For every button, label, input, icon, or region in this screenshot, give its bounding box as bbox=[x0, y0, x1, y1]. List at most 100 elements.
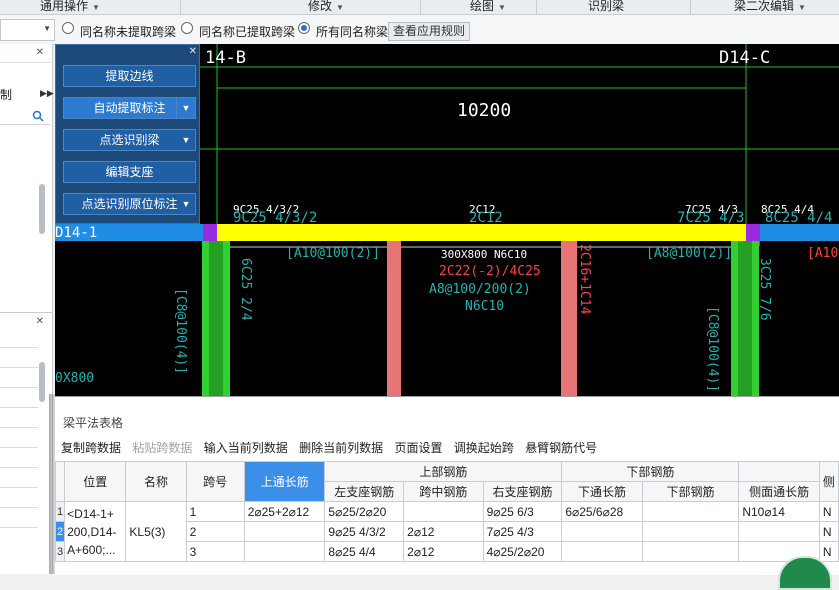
tree-item-label[interactable]: 制 bbox=[0, 86, 12, 103]
cell-right-support[interactable]: 7⌀25 4/3 bbox=[482, 521, 563, 542]
chevron-down-icon[interactable]: ▼ bbox=[176, 98, 195, 118]
cantilever-code-button[interactable]: 悬臂钢筋代号 bbox=[525, 441, 597, 455]
column-header-bottom-through[interactable]: 下通长筋 bbox=[561, 481, 643, 502]
scrollbar-thumb[interactable] bbox=[39, 362, 45, 402]
swap-start-span-button[interactable]: 调换起始跨 bbox=[454, 441, 514, 455]
annotation-stirrup-far: [A10 bbox=[807, 246, 838, 261]
cell-span[interactable]: 3 bbox=[185, 541, 245, 562]
cell-extra[interactable]: N bbox=[818, 501, 839, 522]
column-header-span[interactable]: 跨号 bbox=[185, 461, 245, 502]
column-header-bottom-bars[interactable]: 下部钢筋 bbox=[641, 481, 740, 502]
floor-select[interactable]: ▼ bbox=[0, 19, 55, 41]
cell-right-support[interactable]: 9⌀25 6/3 bbox=[482, 501, 563, 522]
view-apply-rules-button[interactable]: 查看应用规则 bbox=[388, 22, 470, 41]
row-number[interactable]: 2 bbox=[54, 521, 66, 542]
radio-extracted[interactable] bbox=[181, 22, 193, 34]
menu-draw[interactable]: 绘图 ▼ bbox=[470, 0, 506, 14]
input-column-data-button[interactable]: 输入当前列数据 bbox=[204, 441, 288, 455]
axis-label-left: 14-B bbox=[205, 48, 246, 68]
scrollbar-thumb[interactable] bbox=[39, 184, 45, 234]
cell-top-through[interactable]: 2⌀25+2⌀12 bbox=[243, 501, 326, 522]
paste-span-data-button[interactable]: 粘贴跨数据 bbox=[132, 441, 192, 455]
annotation-section-size: 0X800 bbox=[55, 371, 94, 386]
cell-mid-span[interactable]: 2⌀12 bbox=[403, 541, 484, 562]
cell-span[interactable]: 2 bbox=[185, 521, 245, 542]
column-group-bottom-bars: 下部钢筋 bbox=[561, 461, 740, 482]
column-header-name[interactable]: 名称 bbox=[125, 461, 187, 502]
cell-top-through[interactable] bbox=[243, 541, 326, 562]
position-line: <D14-1+ bbox=[67, 506, 114, 521]
menu-bar: 通用操作 ▼ 修改 ▼ 绘图 ▼ 识别梁 梁二次编辑 ▼ bbox=[0, 0, 839, 15]
menu-general-ops[interactable]: 通用操作 ▼ bbox=[40, 0, 100, 14]
menu-separator bbox=[690, 0, 691, 14]
cell-extra[interactable]: N bbox=[818, 521, 839, 542]
list-row-line bbox=[0, 427, 38, 428]
column-header-top-through[interactable]: 上通长筋 bbox=[243, 461, 326, 502]
column-header-extra[interactable]: 侧 bbox=[818, 461, 839, 502]
radio-all-same-name[interactable] bbox=[298, 22, 310, 34]
pick-identify-beam-button[interactable]: 点选识别梁 ▼ bbox=[63, 129, 196, 151]
cell-span[interactable]: 1 bbox=[185, 501, 245, 522]
close-icon[interactable]: ✕ bbox=[36, 47, 44, 58]
list-row-line bbox=[0, 527, 38, 528]
cell-mid-span[interactable]: 2⌀12 bbox=[403, 521, 484, 542]
table-header-row: 位置 名称 跨号 上通长筋 上部钢筋 下部钢筋 侧 bbox=[54, 461, 839, 502]
position-line: A+600;... bbox=[67, 542, 116, 557]
chevron-down-icon[interactable]: ▼ bbox=[177, 194, 195, 214]
auto-extract-annotation-button[interactable]: 自动提取标注 ▼ bbox=[63, 97, 196, 119]
close-icon[interactable]: ✕ bbox=[189, 46, 197, 57]
edit-support-button[interactable]: 编辑支座 bbox=[63, 161, 196, 183]
row-number[interactable]: 3 bbox=[54, 541, 66, 562]
menu-beam-secondary-edit[interactable]: 梁二次编辑 ▼ bbox=[734, 0, 806, 14]
cell-bottom-bars[interactable] bbox=[641, 541, 740, 562]
menu-identify-beam[interactable]: 识别梁 bbox=[588, 0, 624, 14]
column-header-side-through[interactable]: 侧面通长筋 bbox=[738, 481, 820, 502]
annotation-top-right-cyan: 7C25 4/3 bbox=[677, 210, 744, 226]
page-setup-button[interactable]: 页面设置 bbox=[394, 441, 442, 455]
cell-bottom-bars[interactable] bbox=[641, 501, 740, 522]
annotation-top-mid-cyan: 2C12 bbox=[469, 210, 503, 226]
cell-right-support[interactable]: 4⌀25/2⌀20 bbox=[482, 541, 563, 562]
chevron-down-icon[interactable]: ▼ bbox=[177, 130, 195, 150]
column-header-position[interactable]: 位置 bbox=[64, 461, 127, 502]
search-field[interactable] bbox=[0, 108, 50, 125]
column-header-right-support[interactable]: 右支座钢筋 bbox=[482, 481, 563, 502]
radio-unextracted[interactable] bbox=[62, 22, 74, 34]
extract-edge-button[interactable]: 提取边线 bbox=[63, 65, 196, 87]
copy-span-data-button[interactable]: 复制跨数据 bbox=[61, 441, 121, 455]
cell-name[interactable]: KL5(3) bbox=[125, 501, 187, 562]
cell-mid-span[interactable] bbox=[403, 501, 484, 522]
column-header-mid-span[interactable]: 跨中钢筋 bbox=[403, 481, 484, 502]
cell-side-through[interactable]: N10⌀14 bbox=[738, 501, 820, 522]
cell-bottom-through[interactable]: 6⌀25/6⌀28 bbox=[561, 501, 643, 522]
column-right-inner bbox=[738, 241, 752, 396]
beam-label: D14-1 bbox=[55, 225, 97, 241]
chevron-down-icon: ▼ bbox=[498, 3, 506, 12]
row-number[interactable]: 1 bbox=[54, 501, 66, 522]
cell-bottom-bars[interactable] bbox=[641, 521, 740, 542]
cell-side-through[interactable] bbox=[738, 521, 820, 542]
close-icon[interactable]: ✕ bbox=[36, 316, 44, 327]
expand-arrows-icon[interactable]: ▶▶ bbox=[40, 88, 54, 99]
selected-beam[interactable] bbox=[205, 224, 760, 241]
radio-extracted-label: 同名称已提取跨梁 bbox=[199, 25, 296, 39]
cell-top-through[interactable] bbox=[243, 521, 326, 542]
delete-column-data-button[interactable]: 删除当前列数据 bbox=[299, 441, 383, 455]
annotation-bottom-bars: 2C22(-2)/4C25 bbox=[439, 264, 541, 279]
cell-left-support[interactable]: 8⌀25 4/4 bbox=[324, 541, 405, 562]
search-icon[interactable] bbox=[32, 110, 44, 122]
list-row-line bbox=[0, 407, 38, 408]
column-header-left-support[interactable]: 左支座钢筋 bbox=[324, 481, 405, 502]
table-row[interactable]: 1 <D14-1+ 200,D14- A+600;... KL5(3) 1 2⌀25… bbox=[54, 501, 839, 562]
cell-left-support[interactable]: 5⌀25/2⌀20 bbox=[324, 501, 405, 522]
cell-extra[interactable]: N bbox=[818, 541, 839, 562]
cell-left-support[interactable]: 9⌀25 4/3/2 bbox=[324, 521, 405, 542]
list-row-line bbox=[0, 447, 38, 448]
cell-position[interactable]: <D14-1+ 200,D14- A+600;... bbox=[64, 501, 127, 562]
pick-identify-in-situ-button[interactable]: 点选识别原位标注 ▼ bbox=[63, 193, 196, 215]
secondary-beam[interactable] bbox=[561, 241, 577, 396]
cell-bottom-through[interactable] bbox=[561, 521, 643, 542]
secondary-beam[interactable] bbox=[387, 241, 401, 396]
menu-modify[interactable]: 修改 ▼ bbox=[308, 0, 344, 14]
cell-bottom-through[interactable] bbox=[561, 541, 643, 562]
